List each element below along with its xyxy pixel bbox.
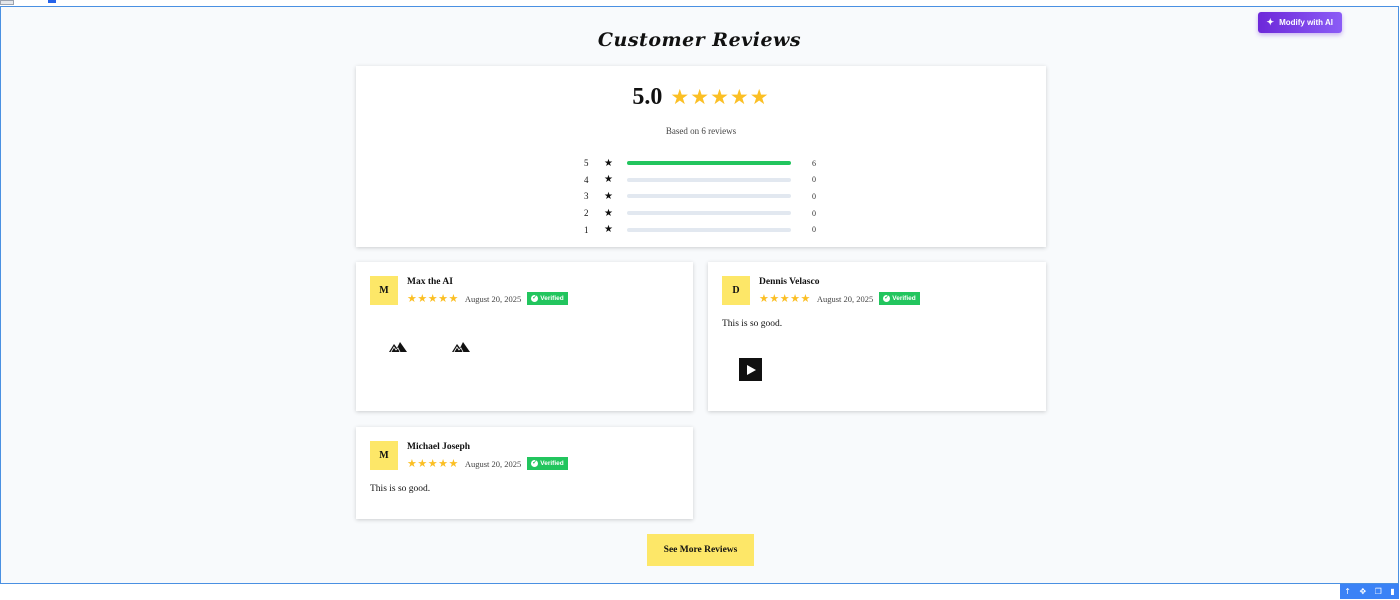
review-text: This is so good. [370, 484, 431, 494]
review-stars: ★★★★★ [759, 293, 811, 305]
average-stars: ★★★★★ [670, 85, 770, 109]
avatar: M [370, 441, 398, 470]
average-value: 5.0 [632, 84, 663, 110]
video-play-button[interactable] [739, 358, 762, 381]
rating-count: 0 [812, 225, 816, 235]
rating-count: 0 [812, 191, 816, 201]
rating-bar [627, 177, 791, 182]
star-icon: ★ [604, 224, 613, 236]
move-icon[interactable]: ✥ [1359, 587, 1366, 596]
rating-row-4: 4 ★ 0 [584, 172, 824, 189]
review-date: August 20, 2025 [464, 458, 522, 469]
review-stars: ★★★★★ [407, 458, 459, 470]
rating-label: 5 [584, 158, 589, 169]
review-card: M Max the AI ★★★★★ August 20, 2025 ✓ Veri… [356, 262, 693, 411]
rating-summary-card: 5.0 ★★★★★ Based on 6 reviews 5 ★ 6 4 ★ 0… [356, 66, 1046, 247]
rating-label: 2 [584, 208, 589, 219]
arrow-up-icon[interactable]: ↑ [1344, 587, 1351, 596]
check-circle-icon: ✓ [531, 295, 539, 302]
modify-with-ai-label: Modify with AI [1279, 18, 1333, 27]
rating-bar-fill [627, 161, 791, 166]
check-circle-icon: ✓ [883, 295, 891, 302]
rating-bar [627, 194, 791, 199]
reviewer-name: Michael Joseph [407, 442, 471, 452]
review-meta: ★★★★★ August 20, 2025 ✓ Verified [759, 292, 920, 305]
review-date: August 20, 2025 [816, 293, 874, 304]
top-stub [0, 0, 14, 5]
rating-bar [627, 211, 791, 216]
rating-bar [627, 227, 791, 232]
average-score: 5.0 ★★★★★ [356, 84, 1046, 111]
star-icon: ★ [604, 207, 613, 219]
rating-row-1: 1 ★ 0 [584, 221, 824, 238]
verified-label: Verified [892, 295, 916, 302]
rating-row-5: 5 ★ 6 [584, 155, 824, 172]
review-text: This is so good. [722, 319, 783, 329]
avatar: M [370, 276, 398, 305]
review-card: D Dennis Velasco ★★★★★ August 20, 2025 ✓… [708, 262, 1046, 411]
avatar: D [722, 276, 750, 305]
star-icon: ★ [604, 157, 613, 169]
see-more-reviews-button[interactable]: See More Reviews [647, 534, 754, 566]
element-toolbar: ↑ ✥ ❐ ▮ [1340, 584, 1399, 599]
reviewer-name: Dennis Velasco [759, 277, 820, 287]
rating-row-2: 2 ★ 0 [584, 205, 824, 222]
delete-icon[interactable]: ▮ [1390, 587, 1394, 596]
broken-image-icon[interactable] [452, 340, 470, 352]
rating-count: 0 [812, 208, 816, 218]
play-icon [746, 364, 756, 375]
rating-label: 1 [584, 224, 589, 235]
broken-image-icon[interactable] [389, 340, 407, 352]
verified-badge: ✓ Verified [527, 292, 568, 305]
reviewer-name: Max the AI [407, 277, 453, 287]
verified-label: Verified [540, 460, 564, 467]
rating-row-3: 3 ★ 0 [584, 188, 824, 205]
star-icon: ★ [604, 190, 613, 202]
rating-count: 6 [812, 158, 816, 168]
verified-badge: ✓ Verified [879, 292, 920, 305]
check-circle-icon: ✓ [531, 460, 539, 467]
review-meta: ★★★★★ August 20, 2025 ✓ Verified [407, 292, 568, 305]
review-card: M Michael Joseph ★★★★★ August 20, 2025 ✓… [356, 427, 693, 519]
rating-bar [627, 161, 791, 166]
rating-label: 3 [584, 191, 589, 202]
review-widget-frame: Customer Reviews ✦ Modify with AI 5.0 ★★… [0, 6, 1399, 584]
review-stars: ★★★★★ [407, 293, 459, 305]
star-icon: ★ [604, 174, 613, 186]
verified-badge: ✓ Verified [527, 457, 568, 470]
modify-with-ai-button[interactable]: ✦ Modify with AI [1257, 12, 1342, 33]
rating-label: 4 [584, 174, 589, 185]
copy-icon[interactable]: ❐ [1375, 587, 1382, 596]
verified-label: Verified [540, 295, 564, 302]
review-meta: ★★★★★ August 20, 2025 ✓ Verified [407, 457, 568, 470]
page-title: Customer Reviews [597, 29, 802, 51]
top-stub-indicator [48, 0, 56, 3]
rating-breakdown: 5 ★ 6 4 ★ 0 3 ★ 0 2 ★ 0 1 ★ 0 [584, 155, 824, 238]
rating-count: 0 [812, 175, 816, 185]
review-date: August 20, 2025 [464, 293, 522, 304]
based-on-text: Based on 6 reviews [665, 126, 737, 136]
sparkle-icon: ✦ [1266, 17, 1275, 27]
